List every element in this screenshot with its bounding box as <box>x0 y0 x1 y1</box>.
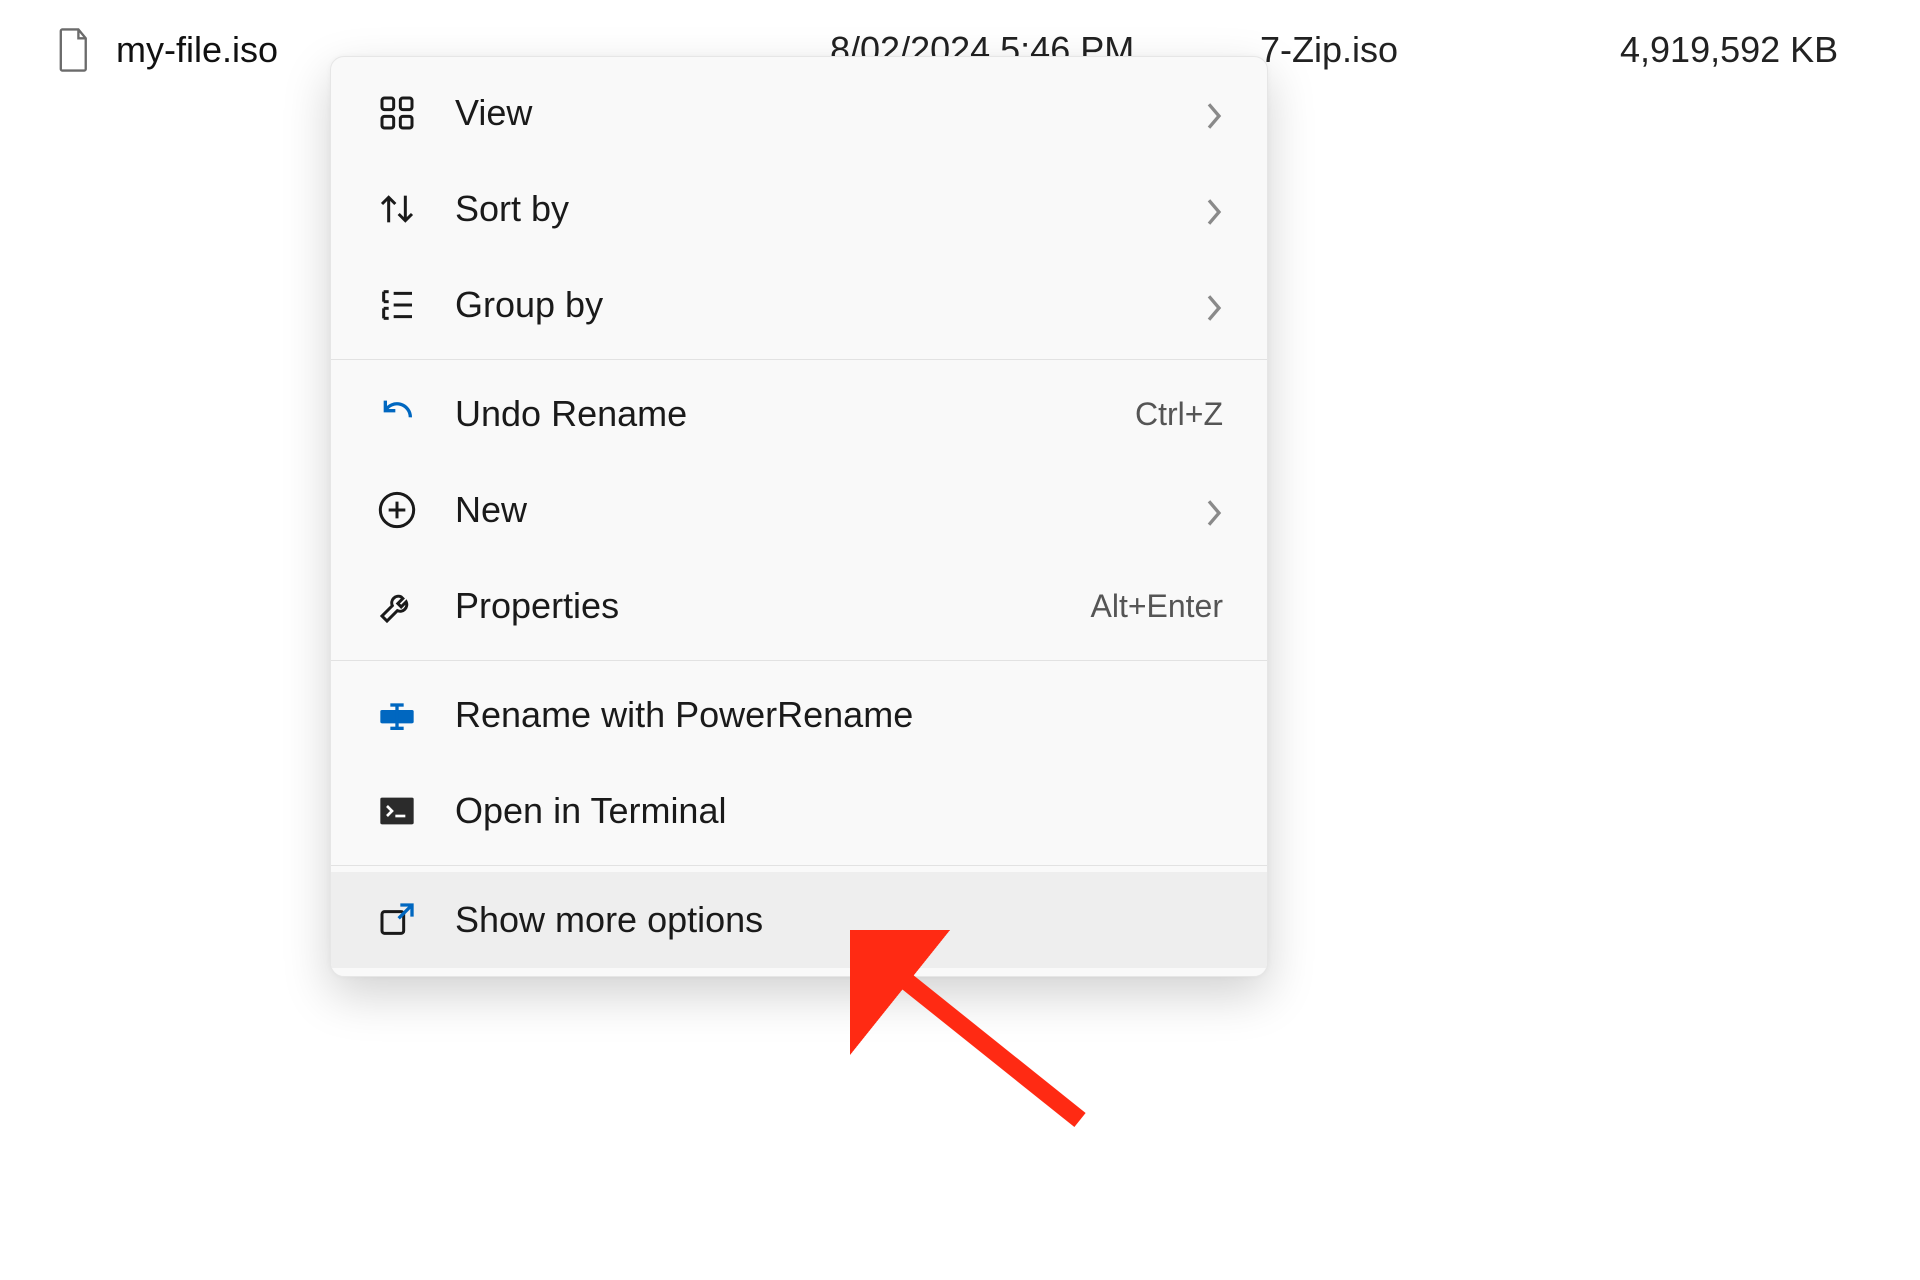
file-icon <box>56 28 92 72</box>
menu-label: Rename with PowerRename <box>455 694 1223 736</box>
sort-icon <box>375 187 419 231</box>
menu-label: Undo Rename <box>455 393 1135 435</box>
wrench-icon <box>375 584 419 628</box>
menu-label: Group by <box>455 284 1205 326</box>
menu-label: Show more options <box>455 899 1223 941</box>
chevron-right-icon <box>1205 495 1223 525</box>
expand-icon <box>375 898 419 942</box>
group-icon <box>375 283 419 327</box>
menu-item-show-more-options[interactable]: Show more options <box>331 872 1267 968</box>
menu-separator <box>331 359 1267 360</box>
menu-shortcut: Alt+Enter <box>1090 588 1223 625</box>
terminal-icon <box>375 789 419 833</box>
menu-shortcut: Ctrl+Z <box>1135 396 1223 433</box>
plus-icon <box>375 488 419 532</box>
menu-item-new[interactable]: New <box>331 462 1267 558</box>
menu-label: Sort by <box>455 188 1205 230</box>
menu-item-view[interactable]: View <box>331 65 1267 161</box>
powerrename-icon <box>375 693 419 737</box>
undo-icon <box>375 392 419 436</box>
menu-item-open-terminal[interactable]: Open in Terminal <box>331 763 1267 859</box>
menu-item-group-by[interactable]: Group by <box>331 257 1267 353</box>
chevron-right-icon <box>1205 290 1223 320</box>
menu-item-undo-rename[interactable]: Undo Rename Ctrl+Z <box>331 366 1267 462</box>
menu-label: Properties <box>455 585 1090 627</box>
menu-item-power-rename[interactable]: Rename with PowerRename <box>331 667 1267 763</box>
grid-icon <box>375 91 419 135</box>
menu-separator <box>331 660 1267 661</box>
menu-label: New <box>455 489 1205 531</box>
chevron-right-icon <box>1205 98 1223 128</box>
menu-label: Open in Terminal <box>455 790 1223 832</box>
chevron-right-icon <box>1205 194 1223 224</box>
menu-label: View <box>455 92 1205 134</box>
menu-item-sort-by[interactable]: Sort by <box>331 161 1267 257</box>
file-size: 4,919,592 KB <box>1620 29 1838 71</box>
menu-item-properties[interactable]: Properties Alt+Enter <box>331 558 1267 654</box>
menu-separator <box>331 865 1267 866</box>
context-menu: View Sort by Group by <box>330 56 1268 977</box>
file-type: 7-Zip.iso <box>1260 29 1398 71</box>
